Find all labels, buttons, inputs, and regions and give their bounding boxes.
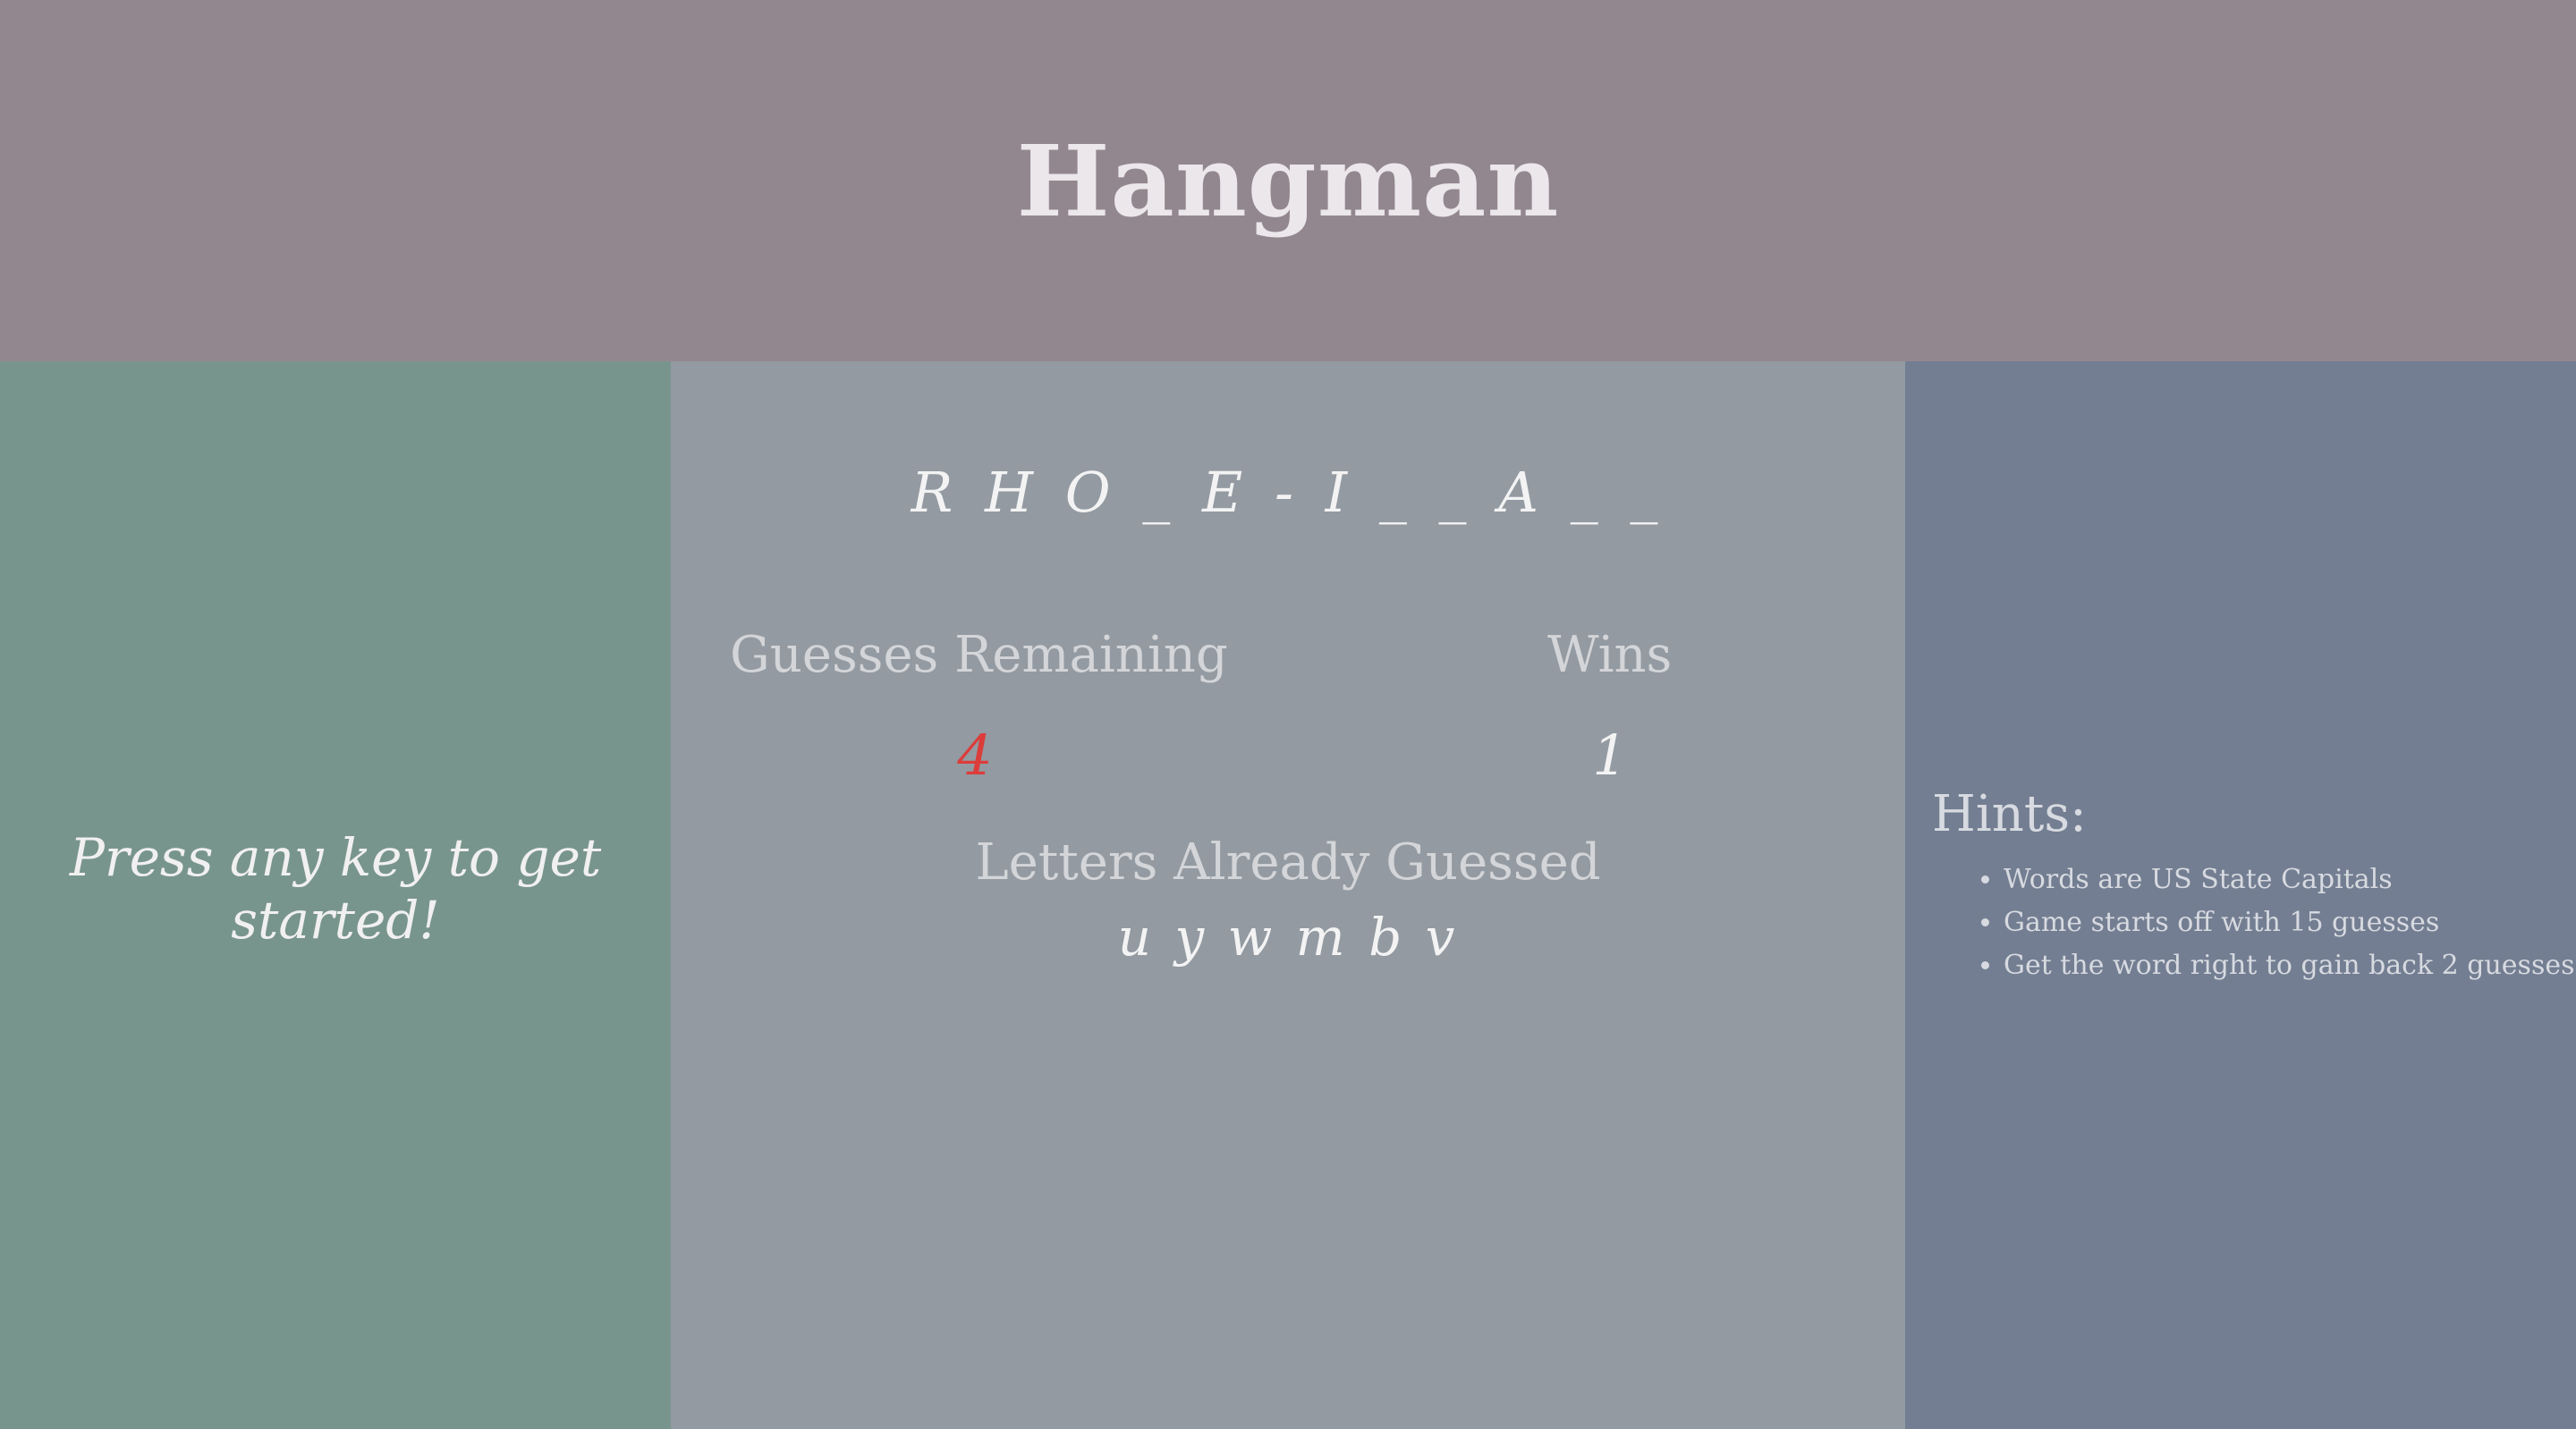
hints-title: Hints: xyxy=(1932,785,2087,843)
hint-item: Game starts off with 15 guesses xyxy=(2004,901,2567,944)
page-title: Hangman xyxy=(1016,123,1560,239)
start-panel: Press any key to get started! xyxy=(0,361,671,1429)
hint-item: Words are US State Capitals xyxy=(2004,858,2567,901)
word-display: R H O _ E - I _ _ A _ _ xyxy=(911,460,1665,525)
wins-label: Wins xyxy=(1547,626,1673,684)
game-panel: R H O _ E - I _ _ A _ _ Guesses Remainin… xyxy=(671,361,1905,1429)
guesses-remaining-label: Guesses Remaining xyxy=(730,626,1228,684)
header: Hangman xyxy=(0,0,2576,361)
hint-item: Get the word right to gain back 2 guesse… xyxy=(2004,944,2576,987)
letters-guessed-label: Letters Already Guessed xyxy=(975,833,1601,892)
wins-value: 1 xyxy=(1592,723,1628,788)
guesses-remaining-value: 4 xyxy=(957,723,993,788)
letters-guessed-value: u y w m b v xyxy=(1117,907,1459,968)
hints-panel: Hints: Words are US State Capitals Game … xyxy=(1905,361,2576,1429)
start-message: Press any key to get started! xyxy=(69,827,602,951)
hints-list: Words are US State Capitals Game starts … xyxy=(1932,858,2576,987)
